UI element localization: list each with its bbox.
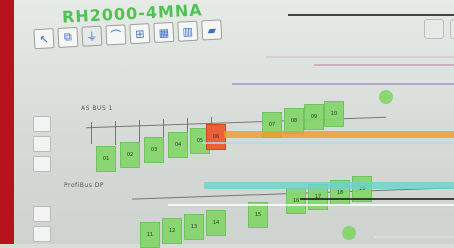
network-icon: ⊞: [134, 26, 145, 41]
device-node[interactable]: 10: [324, 101, 344, 127]
device-node[interactable]: 14: [206, 210, 226, 236]
toolbar-button-2[interactable]: ⏚: [81, 25, 103, 47]
arrow-icon: ↖: [39, 31, 49, 46]
left-label: ProfiBus DP: [64, 182, 104, 189]
device-node[interactable]: 04: [168, 132, 188, 158]
connector-icon: ⏚: [86, 29, 98, 44]
glitch-stripe: [300, 198, 454, 200]
toolbar-button-3[interactable]: ⌒: [105, 24, 127, 46]
device-node[interactable]: 09: [304, 104, 324, 130]
bus-drop: [115, 121, 116, 145]
device-node[interactable]: 16: [286, 188, 306, 214]
glitch-stripe: [168, 204, 454, 206]
glitch-stripe: [314, 64, 454, 66]
glitch-stripe: [232, 83, 454, 85]
glitch-stripe: [374, 236, 454, 238]
side-button-5[interactable]: [33, 226, 51, 242]
toolbar-button-5[interactable]: ▦: [153, 21, 175, 43]
side-button-2[interactable]: [33, 136, 51, 152]
device-node-fault[interactable]: 06: [206, 124, 226, 150]
folder-icon: ▰: [207, 23, 217, 37]
toolbar-button-7[interactable]: ▰: [201, 19, 223, 41]
window-icon: [450, 19, 454, 39]
device-node[interactable]: 03: [144, 137, 164, 163]
glitch-stripe: [202, 142, 454, 144]
grid2-icon: ▥: [182, 24, 194, 38]
status-indicator: [379, 90, 393, 104]
side-button-1[interactable]: [33, 116, 51, 132]
window-icon: [424, 19, 444, 39]
toolbar-button-6[interactable]: ▥: [177, 20, 199, 42]
left-red-frame: [0, 0, 14, 244]
bus1-label: AS BUS 1: [81, 105, 113, 112]
glitch-stripe: [288, 14, 454, 16]
status-indicator: [342, 226, 356, 240]
device-node[interactable]: 02: [120, 142, 140, 168]
device-node[interactable]: 12: [162, 218, 182, 244]
device-node[interactable]: 13: [184, 214, 204, 240]
toolbar-button-0[interactable]: ↖: [33, 28, 55, 50]
device-node[interactable]: 11: [140, 222, 160, 248]
side-button-4[interactable]: [33, 206, 51, 222]
copy-icon: ⧉: [63, 30, 73, 44]
side-button-3[interactable]: [33, 156, 51, 172]
grid-icon: ▦: [158, 25, 170, 40]
bus-icon: ⌒: [110, 28, 122, 43]
glitch-stripe: [204, 182, 454, 189]
toolbar-button-1[interactable]: ⧉: [57, 26, 79, 48]
glitch-stripe: [266, 56, 454, 58]
glitch-stripe: [224, 131, 454, 138]
toolbar-button-4[interactable]: ⊞: [129, 23, 151, 45]
device-node[interactable]: 01: [96, 146, 116, 172]
bus-drop: [91, 122, 92, 144]
screen-panel: RH2000-4MNA ↖ ⧉ ⏚ ⌒ ⊞ ▦ ▥ ▰ AS BUS 1 Pro…: [14, 0, 454, 248]
